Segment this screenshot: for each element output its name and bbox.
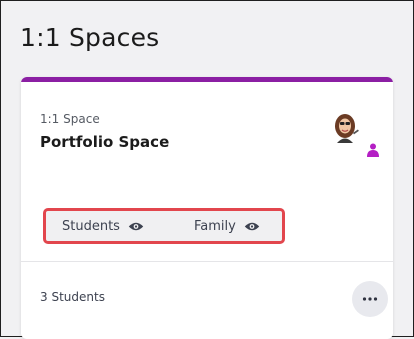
students-visibility-toggle[interactable]: Students bbox=[62, 211, 144, 241]
person-icon bbox=[367, 143, 379, 157]
spaces-panel: 1:1 Spaces 1:1 Space Portfolio Space Stu… bbox=[0, 0, 414, 339]
space-card[interactable]: 1:1 Space Portfolio Space Students Famil… bbox=[21, 77, 393, 339]
space-type-label: 1:1 Space bbox=[40, 112, 100, 126]
page-title: 1:1 Spaces bbox=[20, 23, 160, 52]
family-visibility-toggle[interactable]: Family bbox=[194, 211, 260, 241]
avatar-icon bbox=[335, 114, 359, 143]
more-options-button[interactable] bbox=[352, 281, 388, 317]
card-divider bbox=[21, 261, 393, 262]
visibility-highlight: Students Family bbox=[43, 208, 285, 244]
eye-icon bbox=[128, 222, 144, 230]
eye-icon bbox=[244, 222, 260, 230]
students-visibility-label: Students bbox=[62, 218, 120, 234]
student-count: 3 Students bbox=[40, 290, 105, 304]
ellipsis-icon bbox=[362, 297, 378, 301]
space-name[interactable]: Portfolio Space bbox=[40, 133, 169, 151]
family-visibility-label: Family bbox=[194, 218, 236, 234]
card-accent-bar bbox=[21, 77, 393, 82]
